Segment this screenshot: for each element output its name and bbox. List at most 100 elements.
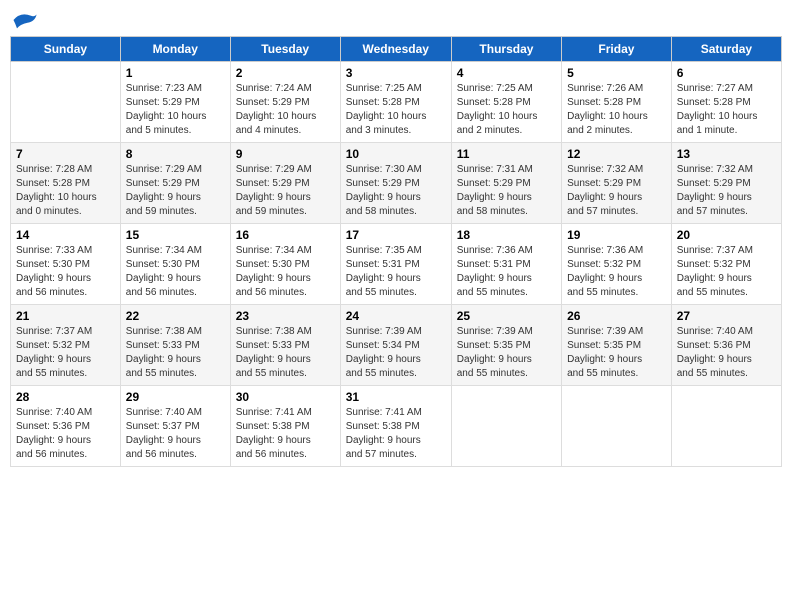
day-number: 15 xyxy=(126,228,225,242)
day-number: 22 xyxy=(126,309,225,323)
day-info: Sunrise: 7:32 AM Sunset: 5:29 PM Dayligh… xyxy=(677,163,776,219)
day-number: 26 xyxy=(567,309,666,323)
col-header-wednesday: Wednesday xyxy=(340,37,451,62)
day-info: Sunrise: 7:36 AM Sunset: 5:31 PM Dayligh… xyxy=(457,244,556,300)
day-cell: 1 Sunrise: 7:23 AM Sunset: 5:29 PM Daylig… xyxy=(120,62,230,143)
day-info: Sunrise: 7:32 AM Sunset: 5:29 PM Dayligh… xyxy=(567,163,666,219)
day-info: Sunrise: 7:38 AM Sunset: 5:33 PM Dayligh… xyxy=(236,325,335,381)
day-info: Sunrise: 7:34 AM Sunset: 5:30 PM Dayligh… xyxy=(126,244,225,300)
logo xyxy=(10,10,40,30)
day-number: 16 xyxy=(236,228,335,242)
day-number: 11 xyxy=(457,147,556,161)
day-info: Sunrise: 7:24 AM Sunset: 5:29 PM Dayligh… xyxy=(236,82,335,138)
day-cell: 5 Sunrise: 7:26 AM Sunset: 5:28 PM Daylig… xyxy=(562,62,672,143)
day-cell: 25 Sunrise: 7:39 AM Sunset: 5:35 PM Dayli… xyxy=(451,305,561,386)
day-info: Sunrise: 7:23 AM Sunset: 5:29 PM Dayligh… xyxy=(126,82,225,138)
day-cell: 17 Sunrise: 7:35 AM Sunset: 5:31 PM Dayli… xyxy=(340,224,451,305)
day-cell xyxy=(562,386,672,467)
day-number: 28 xyxy=(16,390,115,404)
day-cell: 28 Sunrise: 7:40 AM Sunset: 5:36 PM Dayli… xyxy=(11,386,121,467)
day-number: 23 xyxy=(236,309,335,323)
day-info: Sunrise: 7:25 AM Sunset: 5:28 PM Dayligh… xyxy=(346,82,446,138)
day-number: 4 xyxy=(457,66,556,80)
day-cell: 16 Sunrise: 7:34 AM Sunset: 5:30 PM Dayli… xyxy=(230,224,340,305)
day-cell xyxy=(11,62,121,143)
day-info: Sunrise: 7:37 AM Sunset: 5:32 PM Dayligh… xyxy=(16,325,115,381)
week-row-4: 21 Sunrise: 7:37 AM Sunset: 5:32 PM Dayli… xyxy=(11,305,782,386)
col-header-thursday: Thursday xyxy=(451,37,561,62)
day-info: Sunrise: 7:39 AM Sunset: 5:35 PM Dayligh… xyxy=(567,325,666,381)
day-info: Sunrise: 7:30 AM Sunset: 5:29 PM Dayligh… xyxy=(346,163,446,219)
day-cell: 11 Sunrise: 7:31 AM Sunset: 5:29 PM Dayli… xyxy=(451,143,561,224)
day-info: Sunrise: 7:40 AM Sunset: 5:37 PM Dayligh… xyxy=(126,406,225,462)
day-info: Sunrise: 7:26 AM Sunset: 5:28 PM Dayligh… xyxy=(567,82,666,138)
day-cell: 26 Sunrise: 7:39 AM Sunset: 5:35 PM Dayli… xyxy=(562,305,672,386)
day-number: 12 xyxy=(567,147,666,161)
day-number: 9 xyxy=(236,147,335,161)
week-row-1: 1 Sunrise: 7:23 AM Sunset: 5:29 PM Daylig… xyxy=(11,62,782,143)
page-header xyxy=(10,10,782,30)
day-cell: 6 Sunrise: 7:27 AM Sunset: 5:28 PM Daylig… xyxy=(671,62,781,143)
day-number: 5 xyxy=(567,66,666,80)
col-header-monday: Monday xyxy=(120,37,230,62)
day-info: Sunrise: 7:33 AM Sunset: 5:30 PM Dayligh… xyxy=(16,244,115,300)
day-cell: 14 Sunrise: 7:33 AM Sunset: 5:30 PM Dayli… xyxy=(11,224,121,305)
day-number: 30 xyxy=(236,390,335,404)
day-info: Sunrise: 7:28 AM Sunset: 5:28 PM Dayligh… xyxy=(16,163,115,219)
calendar-table: SundayMondayTuesdayWednesdayThursdayFrid… xyxy=(10,36,782,467)
day-cell: 10 Sunrise: 7:30 AM Sunset: 5:29 PM Dayli… xyxy=(340,143,451,224)
day-info: Sunrise: 7:36 AM Sunset: 5:32 PM Dayligh… xyxy=(567,244,666,300)
day-number: 10 xyxy=(346,147,446,161)
day-number: 21 xyxy=(16,309,115,323)
day-cell: 31 Sunrise: 7:41 AM Sunset: 5:38 PM Dayli… xyxy=(340,386,451,467)
day-number: 2 xyxy=(236,66,335,80)
day-cell xyxy=(451,386,561,467)
day-info: Sunrise: 7:37 AM Sunset: 5:32 PM Dayligh… xyxy=(677,244,776,300)
day-number: 19 xyxy=(567,228,666,242)
day-cell: 30 Sunrise: 7:41 AM Sunset: 5:38 PM Dayli… xyxy=(230,386,340,467)
day-cell: 9 Sunrise: 7:29 AM Sunset: 5:29 PM Daylig… xyxy=(230,143,340,224)
day-number: 24 xyxy=(346,309,446,323)
day-info: Sunrise: 7:27 AM Sunset: 5:28 PM Dayligh… xyxy=(677,82,776,138)
col-header-saturday: Saturday xyxy=(671,37,781,62)
day-number: 7 xyxy=(16,147,115,161)
day-info: Sunrise: 7:40 AM Sunset: 5:36 PM Dayligh… xyxy=(16,406,115,462)
day-cell: 4 Sunrise: 7:25 AM Sunset: 5:28 PM Daylig… xyxy=(451,62,561,143)
day-info: Sunrise: 7:35 AM Sunset: 5:31 PM Dayligh… xyxy=(346,244,446,300)
day-info: Sunrise: 7:29 AM Sunset: 5:29 PM Dayligh… xyxy=(236,163,335,219)
day-info: Sunrise: 7:38 AM Sunset: 5:33 PM Dayligh… xyxy=(126,325,225,381)
col-header-friday: Friday xyxy=(562,37,672,62)
day-info: Sunrise: 7:41 AM Sunset: 5:38 PM Dayligh… xyxy=(236,406,335,462)
day-cell: 8 Sunrise: 7:29 AM Sunset: 5:29 PM Daylig… xyxy=(120,143,230,224)
day-info: Sunrise: 7:41 AM Sunset: 5:38 PM Dayligh… xyxy=(346,406,446,462)
day-cell: 7 Sunrise: 7:28 AM Sunset: 5:28 PM Daylig… xyxy=(11,143,121,224)
day-number: 31 xyxy=(346,390,446,404)
day-number: 8 xyxy=(126,147,225,161)
day-cell: 15 Sunrise: 7:34 AM Sunset: 5:30 PM Dayli… xyxy=(120,224,230,305)
day-number: 6 xyxy=(677,66,776,80)
day-cell: 24Sunrise: 7:39 AM Sunset: 5:34 PM Dayli… xyxy=(340,305,451,386)
day-number: 27 xyxy=(677,309,776,323)
day-info: Sunrise: 7:25 AM Sunset: 5:28 PM Dayligh… xyxy=(457,82,556,138)
day-number: 17 xyxy=(346,228,446,242)
day-cell xyxy=(671,386,781,467)
day-number: 25 xyxy=(457,309,556,323)
day-cell: 27Sunrise: 7:40 AM Sunset: 5:36 PM Dayli… xyxy=(671,305,781,386)
day-number: 14 xyxy=(16,228,115,242)
week-row-5: 28 Sunrise: 7:40 AM Sunset: 5:36 PM Dayli… xyxy=(11,386,782,467)
day-cell: 20 Sunrise: 7:37 AM Sunset: 5:32 PM Dayli… xyxy=(671,224,781,305)
col-header-tuesday: Tuesday xyxy=(230,37,340,62)
col-header-sunday: Sunday xyxy=(11,37,121,62)
day-number: 20 xyxy=(677,228,776,242)
day-number: 3 xyxy=(346,66,446,80)
day-info: Sunrise: 7:31 AM Sunset: 5:29 PM Dayligh… xyxy=(457,163,556,219)
day-info: Sunrise: 7:29 AM Sunset: 5:29 PM Dayligh… xyxy=(126,163,225,219)
day-info: Sunrise: 7:34 AM Sunset: 5:30 PM Dayligh… xyxy=(236,244,335,300)
day-number: 1 xyxy=(126,66,225,80)
day-cell: 23 Sunrise: 7:38 AM Sunset: 5:33 PM Dayli… xyxy=(230,305,340,386)
day-cell: 19 Sunrise: 7:36 AM Sunset: 5:32 PM Dayli… xyxy=(562,224,672,305)
day-cell: 21 Sunrise: 7:37 AM Sunset: 5:32 PM Dayli… xyxy=(11,305,121,386)
day-cell: 3 Sunrise: 7:25 AM Sunset: 5:28 PM Daylig… xyxy=(340,62,451,143)
day-number: 18 xyxy=(457,228,556,242)
day-info: Sunrise: 7:39 AM Sunset: 5:35 PM Dayligh… xyxy=(457,325,556,381)
